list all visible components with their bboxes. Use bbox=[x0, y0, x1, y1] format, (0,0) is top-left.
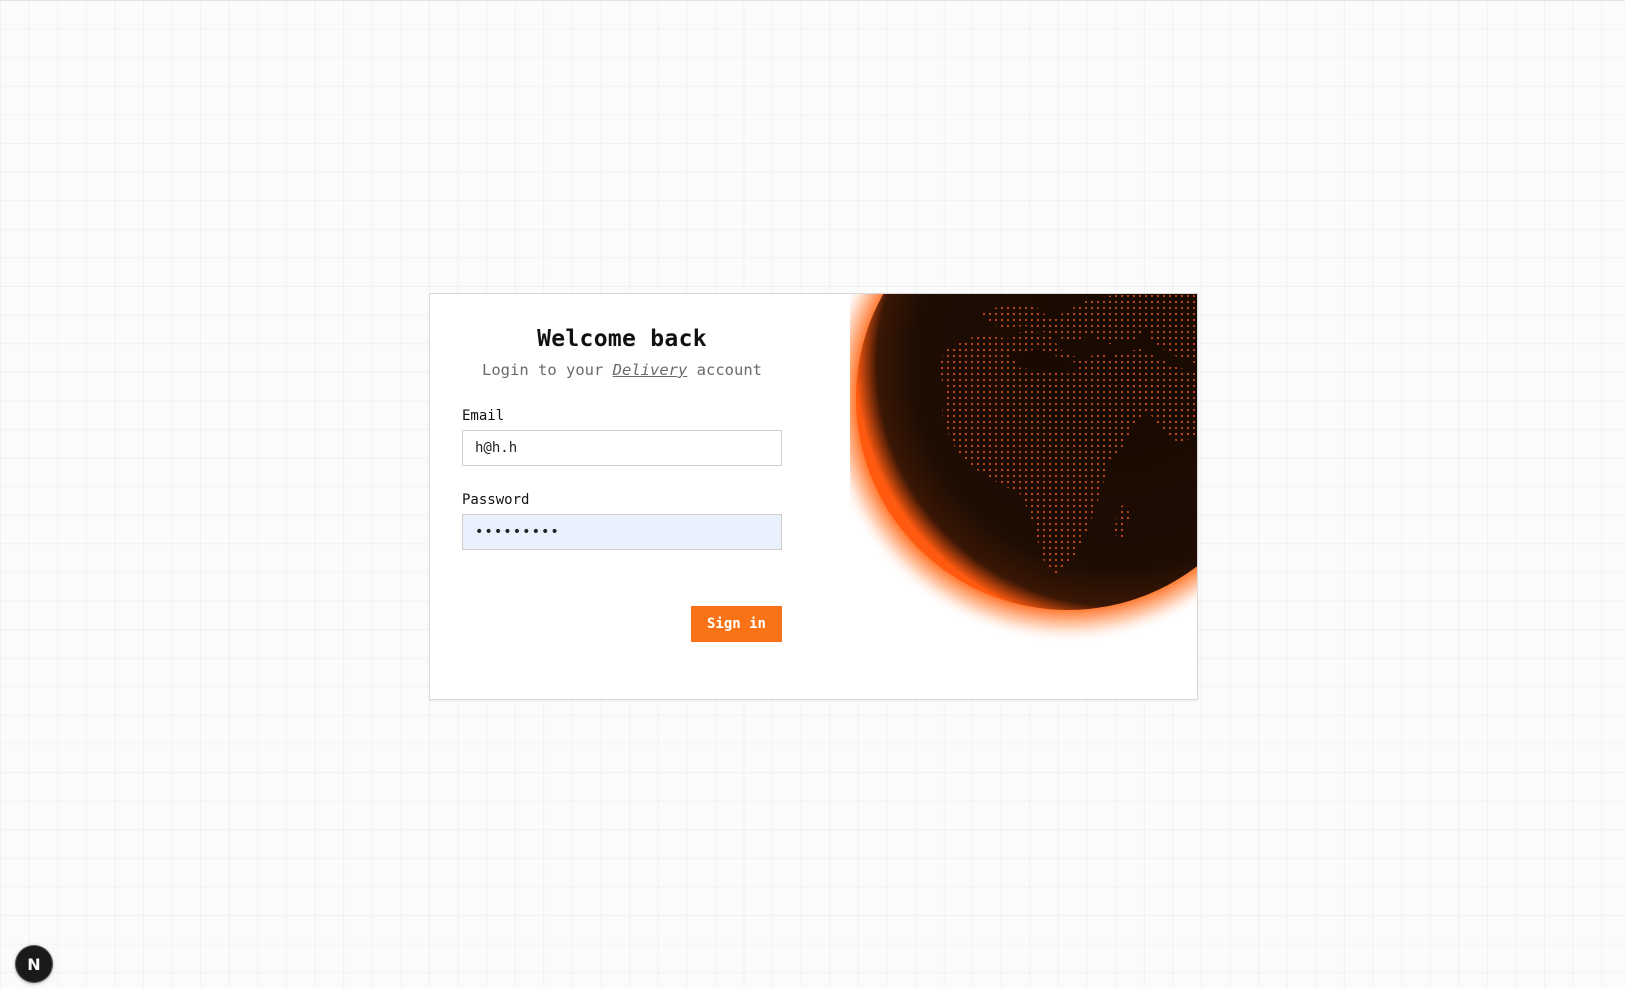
email-label: Email bbox=[462, 408, 505, 424]
globe-icon bbox=[850, 294, 1197, 644]
page-subtitle: Login to your Delivery account bbox=[452, 361, 792, 379]
globe-illustration bbox=[850, 294, 1197, 699]
subtitle-prefix: Login to your bbox=[482, 361, 613, 379]
login-card: Welcome back Login to your Delivery acco… bbox=[429, 293, 1198, 700]
top-border bbox=[0, 0, 1625, 1]
sign-in-button[interactable]: Sign in bbox=[691, 606, 782, 642]
password-label: Password bbox=[462, 492, 530, 508]
nextjs-logo-icon[interactable]: N bbox=[15, 945, 53, 983]
email-field[interactable] bbox=[462, 430, 782, 466]
brand-link[interactable]: Delivery bbox=[613, 361, 688, 379]
page-title: Welcome back bbox=[537, 326, 707, 352]
login-form: Welcome back Login to your Delivery acco… bbox=[462, 294, 782, 699]
subtitle-suffix: account bbox=[687, 361, 762, 379]
password-field[interactable] bbox=[462, 514, 782, 550]
